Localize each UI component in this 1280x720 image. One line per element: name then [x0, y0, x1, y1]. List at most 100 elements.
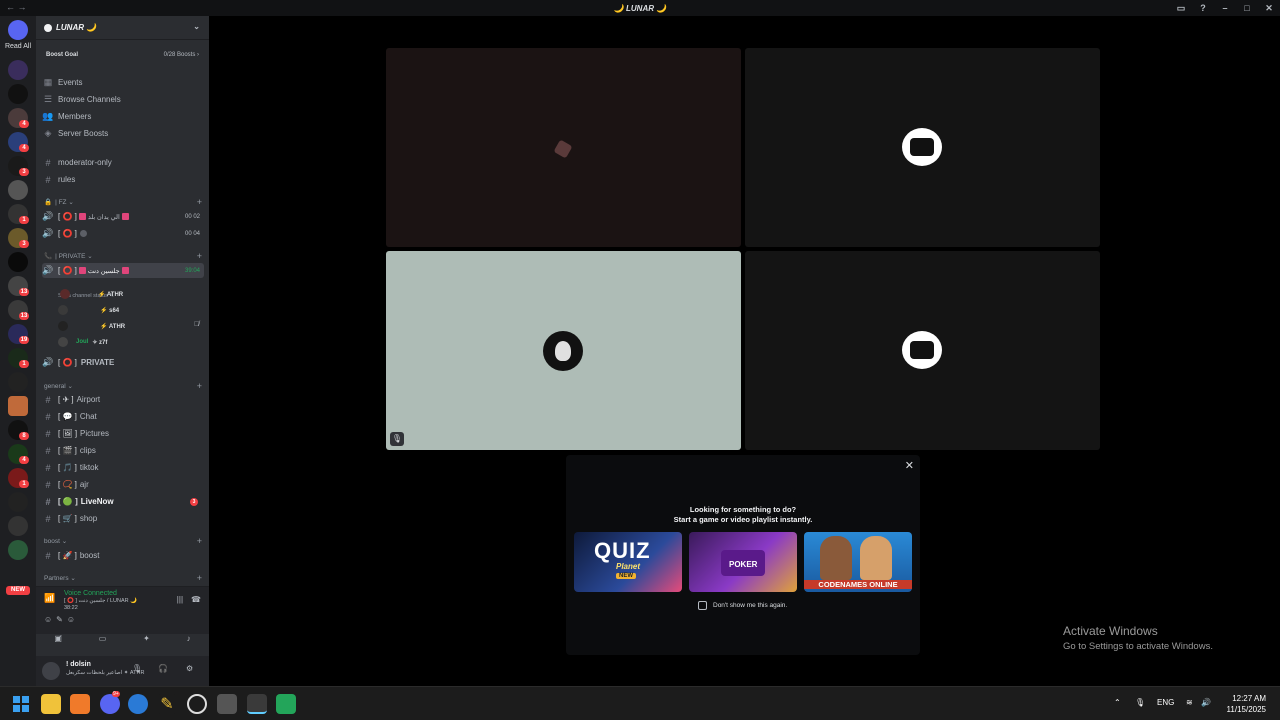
video-tile[interactable]	[745, 48, 1100, 247]
minimize-button[interactable]: –	[1214, 3, 1236, 13]
user-icon[interactable]: ☺	[67, 615, 75, 624]
voice-actions: ||| ☎	[177, 595, 201, 604]
app-icon[interactable]	[70, 694, 90, 714]
add-channel-icon[interactable]: +	[197, 536, 202, 546]
channel-livenow[interactable]: # [ 🟢 ] LiveNow 3	[42, 494, 204, 509]
voice-connected-label[interactable]: Voice Connected	[64, 590, 117, 597]
nav-server-boosts[interactable]: ◈ Server Boosts	[42, 126, 204, 141]
channel-boost[interactable]: # [ 🚀 ] boost	[42, 548, 204, 563]
channel-shop[interactable]: # [ 🛒 ] shop	[42, 511, 204, 526]
windows-start-icon[interactable]	[11, 694, 31, 714]
soundboard-icon[interactable]: ♪	[187, 634, 191, 643]
channel-rules[interactable]: # rules	[42, 172, 204, 187]
add-channel-icon[interactable]: +	[197, 381, 202, 391]
discord-taskbar-icon[interactable]: 9+	[100, 691, 120, 714]
server-icon[interactable]	[8, 84, 28, 104]
unread-badge: 13	[19, 288, 29, 296]
file-explorer-icon[interactable]	[41, 694, 61, 714]
chevron-down-icon[interactable]: ⌄	[193, 22, 200, 31]
close-button[interactable]: ✕	[1258, 3, 1280, 14]
boost-goal-bar[interactable]: Boost Goal 0/28 Boosts ›	[42, 50, 203, 60]
browser-icon[interactable]	[128, 694, 148, 714]
server-header[interactable]: LUNAR 🌙 ⌄	[36, 16, 209, 40]
dont-show-label[interactable]: Don't show me this again.	[713, 602, 787, 609]
category-boost[interactable]: boost ⌄ +	[44, 536, 204, 546]
pink-square-icon	[121, 213, 129, 220]
activity-card-quiz[interactable]: QUIZ Planet NEW	[574, 532, 682, 592]
channel-clips[interactable]: # [ 🎬 ] clips	[42, 443, 204, 458]
channel-tiktok[interactable]: # [ 🎵 ] tiktok	[42, 460, 204, 475]
app-icon[interactable]: ✎	[157, 694, 177, 714]
activity-card-poker[interactable]: POKER	[689, 532, 797, 592]
voice-channel-name[interactable]: [ ⭕ ] جلسين دنت / LUNAR 🌙	[64, 598, 137, 604]
category-partners[interactable]: Partners ⌄ +	[44, 573, 204, 583]
user-icon[interactable]: ☺	[44, 615, 52, 624]
voice-user[interactable]: ⚡ ATHR	[60, 288, 123, 300]
inbox-icon[interactable]: ▭	[1170, 3, 1192, 14]
chrome-icon[interactable]	[247, 694, 267, 714]
system-clock[interactable]: 12:27 AM 11/15/2025	[1206, 693, 1266, 715]
nav-browse-channels[interactable]: ☰ Browse Channels	[42, 92, 204, 107]
wifi-icon[interactable]: ≋	[1186, 698, 1193, 707]
read-all-label[interactable]: Read All	[2, 43, 34, 50]
add-channel-icon[interactable]: +	[197, 197, 202, 207]
activity-card-codenames[interactable]: CODENAMES ONLINE	[804, 532, 912, 592]
voice-user-tag: ✧ z7f	[92, 339, 108, 346]
mic-icon[interactable]: 🎙	[1135, 698, 1145, 707]
app-icon[interactable]	[276, 694, 296, 714]
server-icon[interactable]	[8, 516, 28, 536]
dont-show-checkbox[interactable]	[698, 601, 707, 610]
user-name[interactable]: ! dolsin	[66, 661, 91, 668]
nav-members[interactable]: 👥 Members	[42, 109, 204, 124]
mic-off-icon[interactable]: ✎	[56, 615, 63, 624]
server-icon[interactable]	[8, 492, 28, 512]
voice-channel-2[interactable]: 🔊 [ ⭕ ] 00 04	[42, 226, 204, 241]
gear-icon[interactable]: ⚙	[186, 664, 193, 673]
voice-channel-1[interactable]: 🔊 [ ⭕ ] الي يدان بلد 00 02	[42, 209, 204, 224]
server-icon[interactable]	[8, 372, 28, 392]
mic-icon[interactable]: 🎙	[132, 664, 142, 673]
channel-pictures[interactable]: # [ 🖼 ] Pictures	[42, 426, 204, 441]
server-icon[interactable]	[8, 180, 28, 200]
discord-home-icon[interactable]	[8, 20, 28, 40]
server-icon[interactable]	[8, 252, 28, 272]
signal-icon[interactable]: 📶	[44, 593, 55, 604]
add-channel-icon[interactable]: +	[197, 251, 202, 261]
add-channel-icon[interactable]: +	[197, 573, 202, 583]
channel-chat[interactable]: # [ 💬 ] Chat	[42, 409, 204, 424]
voice-user[interactable]: Joul ✧ z7f	[58, 336, 107, 348]
channel-moderator-only[interactable]: # moderator-only	[42, 155, 204, 170]
channel-ajr[interactable]: # [ 📿 ] ajr	[42, 477, 204, 492]
category-private[interactable]: 📞 | PRIVATE ⌄ +	[44, 251, 204, 261]
category-fz[interactable]: 🔒 | FZ ⌄ +	[44, 197, 204, 207]
channel-airport[interactable]: # [ ✈ ] Airport	[42, 392, 204, 407]
avatar[interactable]	[42, 662, 60, 680]
video-tile[interactable]	[386, 48, 741, 247]
noise-suppression-icon[interactable]: |||	[177, 595, 183, 604]
voice-channel-private[interactable]: 🔊 [ ⭕ ] PRIVATE	[42, 355, 204, 370]
server-icon[interactable]	[8, 396, 28, 416]
voice-user[interactable]: ⚡ ATHR	[58, 320, 125, 332]
disconnect-icon[interactable]: ☎	[191, 595, 201, 604]
close-icon[interactable]: ✕	[905, 459, 914, 472]
app-icon[interactable]	[187, 694, 207, 714]
activities-icon[interactable]: ✦	[143, 634, 150, 643]
nav-arrows[interactable]: ← →	[6, 2, 27, 12]
voice-channel-active[interactable]: 🔊 [ ⭕ ] جلسين دنت 39:04	[42, 263, 204, 278]
category-general[interactable]: general ⌄ +	[44, 381, 204, 391]
app-icon[interactable]	[217, 694, 237, 714]
video-tile-speaking[interactable]: 🎙	[386, 251, 741, 450]
voice-user[interactable]: ⚡ s64	[58, 304, 119, 316]
nav-events[interactable]: ▦ Events	[42, 75, 204, 90]
server-icon[interactable]	[8, 60, 28, 80]
maximize-button[interactable]: □	[1236, 3, 1258, 13]
discord-badge: 9+	[112, 691, 120, 697]
camera-off-icon[interactable]: ▣̸	[54, 634, 62, 643]
language-indicator[interactable]: ENG	[1157, 698, 1174, 707]
help-icon[interactable]: ?	[1192, 3, 1214, 13]
screen-share-icon[interactable]: ▭	[99, 634, 107, 643]
headphones-icon[interactable]: 🎧	[158, 664, 168, 673]
chevron-up-icon[interactable]: ⌃	[1114, 698, 1121, 707]
server-icon[interactable]	[8, 540, 28, 560]
video-tile[interactable]	[745, 251, 1100, 450]
